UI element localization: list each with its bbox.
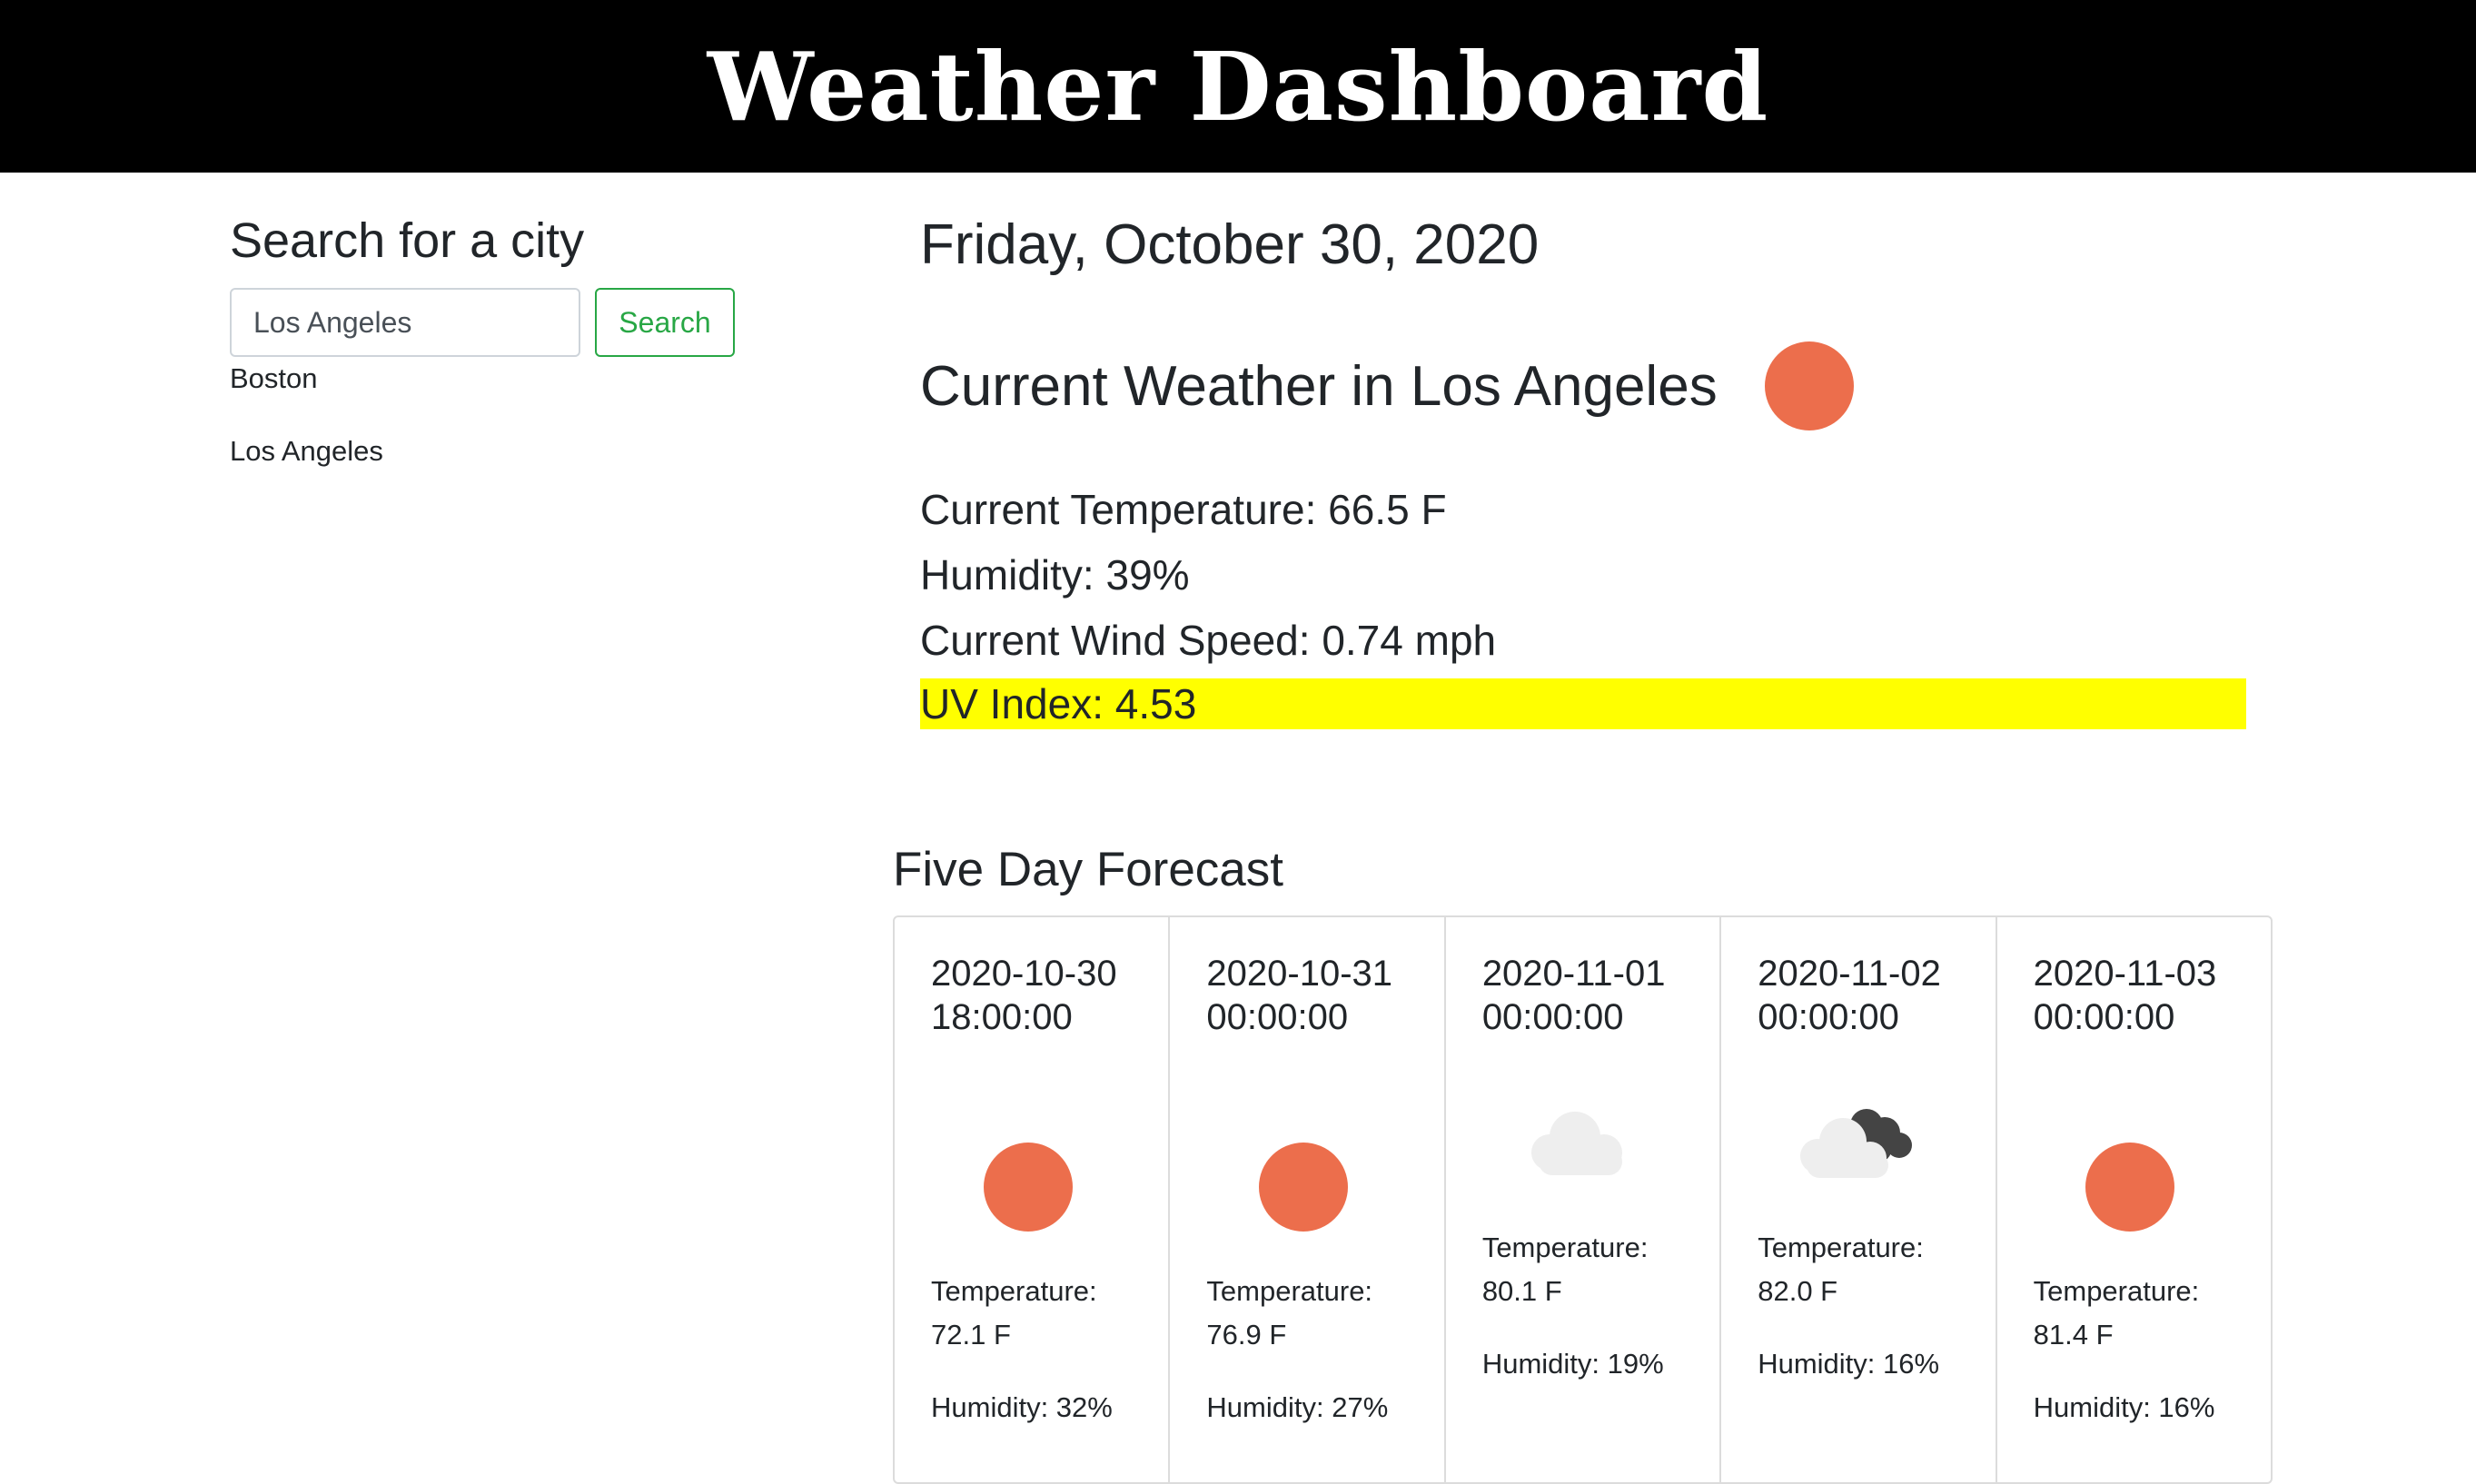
- forecast-date: 2020-11-02 00:00:00: [1758, 954, 1941, 1037]
- search-row: Search: [230, 288, 820, 357]
- forecast-date: 2020-11-01 00:00:00: [1481, 954, 1666, 1037]
- search-button[interactable]: Search: [595, 288, 735, 357]
- forecast-temperature-label: Temperature:: [931, 1275, 1097, 1307]
- current-temperature: Current Temperature: 66.5 F: [920, 486, 1447, 533]
- forecast-heading: Five Day Forecast: [893, 843, 1284, 896]
- current-humidity: Humidity: 39%: [920, 551, 1190, 599]
- forecast-humidity: Humidity: 27%: [1206, 1391, 1389, 1423]
- current-weather-panel: Friday, October 30, 2020 Current Weather…: [920, 204, 2246, 729]
- forecast-card-group: 2020-10-30 18:00:00 Temperature: 72.1 F …: [893, 915, 2273, 1484]
- forecast-date: 2020-10-30 18:00:00: [931, 954, 1117, 1037]
- forecast-card: 2020-11-01 00:00:00 Temperature: 80.1 F …: [1446, 917, 1722, 1482]
- forecast-humidity: Humidity: 32%: [931, 1391, 1113, 1423]
- forecast-card: 2020-11-03 00:00:00 Temperature: 81.4 F …: [1997, 917, 2271, 1482]
- current-stats: Current Temperature: 66.5 F Humidity: 39…: [920, 477, 2246, 729]
- five-day-forecast: Five Day Forecast 2020-10-30 18:00:00 Te…: [893, 836, 2273, 1484]
- forecast-humidity: Humidity: 16%: [1758, 1348, 1940, 1380]
- city-search-input[interactable]: [230, 288, 580, 357]
- sun-icon: [2085, 1143, 2175, 1232]
- forecast-temperature-label: Temperature:: [1481, 1232, 1649, 1263]
- sun-icon: [983, 1143, 1073, 1232]
- forecast-temperature: 82.0 F: [1758, 1275, 1838, 1307]
- forecast-card: 2020-11-02 00:00:00 Temperature: 82.0 F …: [1721, 917, 1997, 1482]
- forecast-temperature: 72.1 F: [931, 1319, 1011, 1350]
- forecast-card: 2020-10-31 00:00:00 Temperature: 76.9 F …: [1170, 917, 1446, 1482]
- forecast-date: 2020-10-31 00:00:00: [1206, 954, 1393, 1037]
- forecast-temperature-label: Temperature:: [1758, 1232, 1924, 1263]
- current-weather-title: Current Weather in Los Angeles: [920, 354, 1718, 418]
- forecast-card: 2020-10-30 18:00:00 Temperature: 72.1 F …: [895, 917, 1171, 1482]
- current-title-row: Current Weather in Los Angeles: [920, 331, 2246, 440]
- sun-icon: [1259, 1143, 1349, 1232]
- uv-index-badge: UV Index: 4.53: [920, 678, 2246, 729]
- history-item-los-angeles[interactable]: Los Angeles: [230, 430, 820, 502]
- forecast-temperature: 76.9 F: [1206, 1319, 1287, 1350]
- forecast-temperature-label: Temperature:: [1206, 1275, 1373, 1307]
- forecast-temperature: 80.1 F: [1481, 1275, 1562, 1307]
- forecast-humidity: Humidity: 16%: [2033, 1391, 2215, 1423]
- search-history-list: Boston Los Angeles: [230, 357, 820, 502]
- forecast-date: 2020-11-03 00:00:00: [2033, 954, 2217, 1037]
- cloud-icon: [1530, 1112, 1622, 1175]
- page-header: Weather Dashboard: [0, 0, 2476, 173]
- forecast-temperature: 81.4 F: [2033, 1319, 2114, 1350]
- sun-icon: [1764, 341, 1854, 430]
- broken-clouds-icon: [1799, 1109, 1912, 1178]
- current-date: Friday, October 30, 2020: [920, 213, 1540, 276]
- forecast-humidity: Humidity: 19%: [1481, 1348, 1664, 1380]
- search-heading: Search for a city: [230, 213, 585, 268]
- current-wind-speed: Current Wind Speed: 0.74 mph: [920, 617, 1497, 664]
- page-title: Weather Dashboard: [707, 30, 1769, 143]
- forecast-temperature-label: Temperature:: [2033, 1275, 2200, 1307]
- search-sidebar: Search for a city Search Boston Los Ange…: [230, 204, 820, 502]
- history-item-boston[interactable]: Boston: [230, 357, 820, 430]
